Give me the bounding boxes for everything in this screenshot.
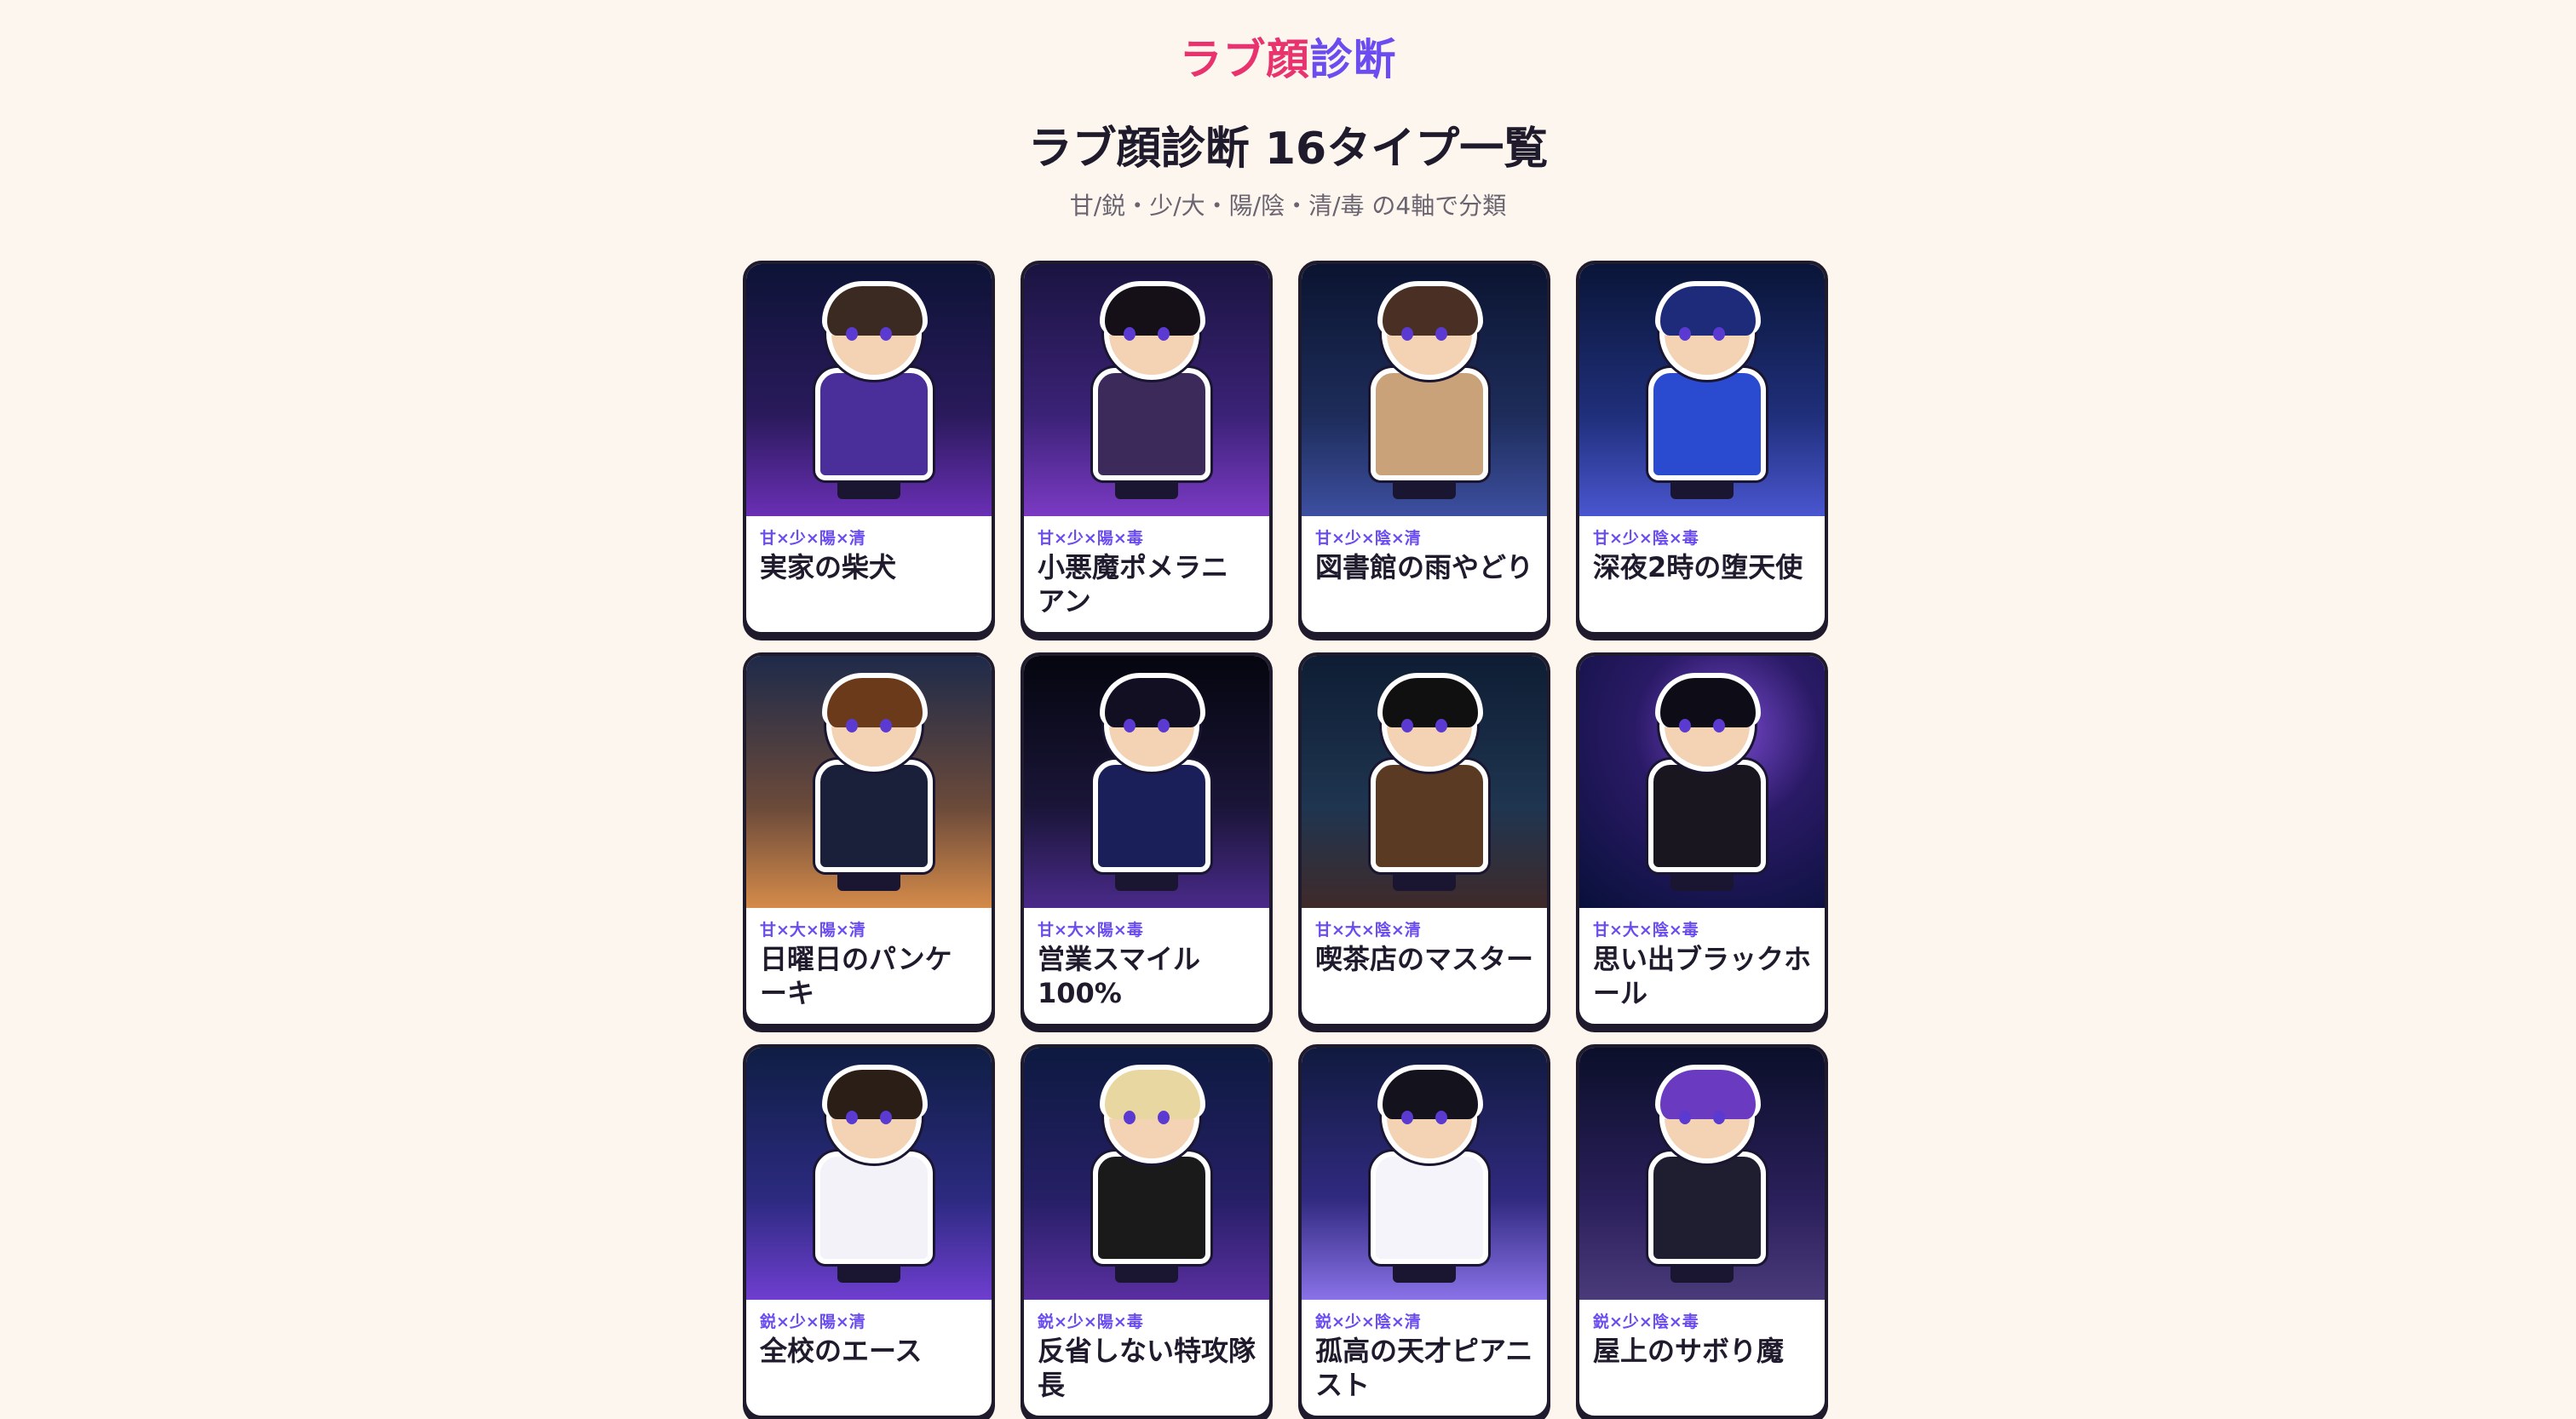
type-name: 日曜日のパンケーキ (760, 943, 952, 1009)
character-sticker (1074, 671, 1219, 894)
card-info: 鋭×少×陽×毒反省しない特攻隊長 (1024, 1300, 1269, 1402)
type-name: 実家の柴犬 (760, 551, 897, 583)
type-card[interactable]: 鋭×少×陰×清孤高の天才ピアニスト (1298, 1044, 1550, 1419)
type-name: 図書館の雨やどり (1315, 551, 1534, 583)
card-info: 甘×少×陰×毒深夜2時の堕天使 (1579, 516, 1825, 584)
type-card[interactable]: 甘×大×陽×清日曜日のパンケーキ (743, 652, 995, 1027)
character-illustration (1579, 1048, 1825, 1300)
character-sticker (1352, 279, 1497, 503)
logo-part2: 診断 (1309, 35, 1397, 84)
type-axis-tag: 甘×少×陽×毒 (1038, 529, 1143, 548)
character-illustration (1302, 1048, 1547, 1300)
card-info: 鋭×少×陰×清孤高の天才ピアニスト (1302, 1300, 1547, 1402)
type-axis-tag: 甘×大×陽×毒 (1038, 921, 1143, 939)
app-logo[interactable]: ラブ顔診断 (0, 26, 2576, 87)
card-info: 甘×少×陽×毒小悪魔ポメラニアン (1024, 516, 1269, 618)
type-card[interactable]: 甘×大×陰×清喫茶店のマスター (1298, 652, 1550, 1027)
type-card[interactable]: 鋭×少×陰×毒屋上のサボり魔 (1576, 1044, 1828, 1419)
type-card[interactable]: 甘×少×陰×清図書館の雨やどり (1298, 261, 1550, 635)
logo-part1: ラブ顔 (1179, 35, 1310, 84)
character-sticker (1630, 279, 1774, 503)
card-info: 甘×少×陽×清実家の柴犬 (746, 516, 992, 584)
character-sticker (796, 671, 941, 894)
type-card[interactable]: 甘×少×陰×毒深夜2時の堕天使 (1576, 261, 1828, 635)
character-sticker (1352, 671, 1497, 894)
character-illustration (1579, 656, 1825, 908)
type-card[interactable]: 甘×少×陽×清実家の柴犬 (743, 261, 995, 635)
type-axis-tag: 鋭×少×陽×清 (760, 1313, 865, 1331)
type-card[interactable]: 甘×大×陰×毒思い出ブラックホール (1576, 652, 1828, 1027)
type-card[interactable]: 甘×大×陽×毒営業スマイル100% (1021, 652, 1273, 1027)
type-name: 喫茶店のマスター (1315, 943, 1534, 975)
character-illustration (1302, 264, 1547, 516)
type-name: 反省しない特攻隊長 (1038, 1335, 1256, 1401)
character-sticker (796, 279, 941, 503)
card-info: 甘×大×陽×清日曜日のパンケーキ (746, 908, 992, 1010)
character-illustration (746, 656, 992, 908)
type-card[interactable]: 鋭×少×陽×毒反省しない特攻隊長 (1021, 1044, 1273, 1419)
type-name: 思い出ブラックホール (1593, 943, 1812, 1009)
type-axis-tag: 甘×大×陰×清 (1315, 921, 1421, 939)
type-card[interactable]: 鋭×少×陽×清全校のエース (743, 1044, 995, 1419)
character-illustration (1024, 656, 1269, 908)
card-info: 鋭×少×陰×毒屋上のサボり魔 (1579, 1300, 1825, 1368)
type-axis-tag: 甘×少×陰×毒 (1593, 529, 1699, 548)
card-info: 鋭×少×陽×清全校のエース (746, 1300, 992, 1368)
type-axis-tag: 鋭×少×陰×清 (1315, 1313, 1421, 1331)
type-name: 屋上のサボり魔 (1593, 1335, 1785, 1367)
type-axis-tag: 鋭×少×陽×毒 (1038, 1313, 1143, 1331)
card-info: 甘×少×陰×清図書館の雨やどり (1302, 516, 1547, 584)
type-axis-tag: 甘×少×陽×清 (760, 529, 865, 548)
type-axis-tag: 甘×大×陰×毒 (1593, 921, 1699, 939)
card-info: 甘×大×陰×清喫茶店のマスター (1302, 908, 1547, 976)
character-illustration (1579, 264, 1825, 516)
character-sticker (1630, 1063, 1774, 1286)
type-name: 小悪魔ポメラニアン (1038, 551, 1229, 618)
page-title: ラブ顔診断 16タイプ一覧 (1027, 124, 1549, 175)
character-illustration (1024, 1048, 1269, 1300)
character-illustration (1302, 656, 1547, 908)
card-info: 甘×大×陽×毒営業スマイル100% (1024, 908, 1269, 1010)
type-axis-tag: 鋭×少×陰×毒 (1593, 1313, 1699, 1331)
type-name: 全校のエース (760, 1335, 923, 1367)
character-sticker (796, 1063, 941, 1286)
type-card[interactable]: 甘×少×陽×毒小悪魔ポメラニアン (1021, 261, 1273, 635)
type-name: 営業スマイル100% (1038, 943, 1201, 1009)
type-axis-tag: 甘×少×陰×清 (1315, 529, 1421, 548)
card-info: 甘×大×陰×毒思い出ブラックホール (1579, 908, 1825, 1010)
character-sticker (1630, 671, 1774, 894)
character-sticker (1074, 1063, 1219, 1286)
character-sticker (1352, 1063, 1497, 1286)
type-name: 深夜2時の堕天使 (1593, 551, 1803, 583)
page-subtitle: 甘/鋭・少/大・陽/陰・清/毒 の4軸で分類 (1069, 192, 1507, 220)
character-illustration (746, 1048, 992, 1300)
type-axis-tag: 甘×大×陽×清 (760, 921, 865, 939)
type-name: 孤高の天才ピアニスト (1315, 1335, 1533, 1401)
type-grid: 甘×少×陽×清 実家の柴犬 甘×少×陽×毒 小悪魔ポメラニアン 甘×少×陰×清 図書館の雨… (743, 261, 1833, 1419)
character-sticker (1074, 279, 1219, 503)
character-illustration (746, 264, 992, 516)
character-illustration (1024, 264, 1269, 516)
